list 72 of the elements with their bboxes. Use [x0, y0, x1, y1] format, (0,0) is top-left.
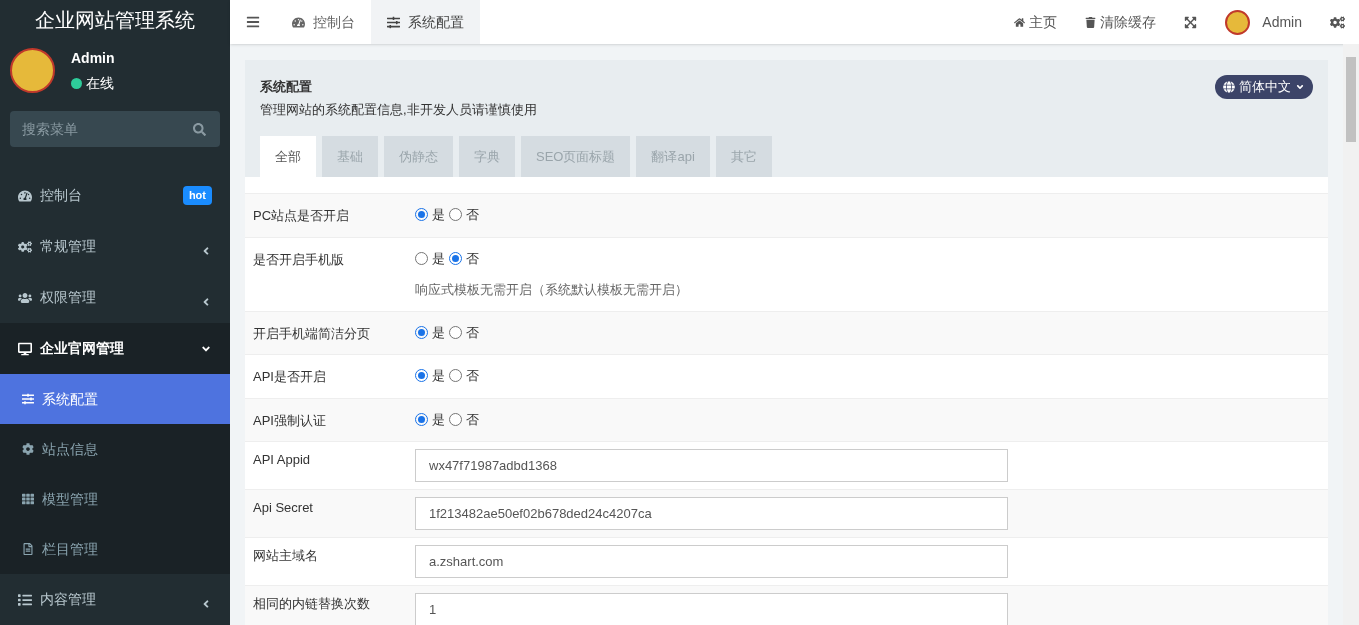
hot-badge: hot	[182, 186, 212, 205]
menu-item[interactable]: 权限管理	[0, 272, 230, 323]
radio-label: 否	[466, 410, 479, 429]
radio-label: 是	[432, 206, 445, 224]
submenu-item[interactable]: 栏目管理	[0, 524, 230, 574]
field-label: 是否开启手机版	[253, 250, 345, 269]
radio-button[interactable]	[449, 369, 462, 383]
sliders-icon	[387, 15, 400, 29]
radio-button[interactable]	[449, 208, 462, 222]
field-label: 相同的内链替换次数	[253, 595, 371, 613]
nav-tab[interactable]: 系统配置	[371, 0, 480, 44]
user-status: 在线	[86, 73, 114, 93]
radio-label: 否	[466, 367, 479, 385]
input-field[interactable]: wx47f71987adbd1368	[415, 449, 1008, 482]
field-label: PC站点是否开启	[253, 207, 351, 225]
field-label: 网站主域名	[253, 547, 319, 565]
field-hint: 响应式模板无需开启（系统默认模板无需开启）	[415, 281, 688, 299]
gauge-icon	[292, 15, 305, 29]
avatar	[10, 48, 55, 94]
gear-icon	[22, 443, 34, 455]
submenu-item[interactable]: 站点信息	[0, 424, 230, 474]
menu-icon	[246, 15, 260, 29]
panel-title: 系统配置	[260, 78, 313, 96]
home-icon	[1014, 16, 1026, 28]
submenu-item[interactable]: 模型管理	[0, 474, 230, 524]
input-field[interactable]: 1f213482ae50ef02b678ded24c4207ca	[415, 497, 1008, 530]
radio-label: 是	[432, 249, 445, 268]
menu-item[interactable]: 企业官网管理	[0, 323, 230, 374]
field-label: API强制认证	[253, 411, 327, 430]
settings-icon	[1330, 14, 1345, 30]
monitor-icon	[18, 341, 32, 356]
field-label: API Appid	[253, 451, 312, 469]
menu-item[interactable]: 内容管理	[0, 574, 230, 625]
radio-button[interactable]	[415, 251, 428, 265]
user-menu[interactable]: Admin	[1211, 0, 1316, 44]
search-icon	[193, 123, 206, 136]
panel-description: 管理网站的系统配置信息,非开发人员请谨慎使用	[260, 100, 537, 119]
users-icon	[18, 290, 32, 305]
list-icon	[18, 592, 32, 607]
nav-tab[interactable]: 控制台	[276, 0, 371, 44]
menu-item[interactable]: 常规管理	[0, 221, 230, 272]
radio-button[interactable]	[449, 412, 462, 426]
field-label: 开启手机端简洁分页	[253, 324, 371, 343]
input-field[interactable]: a.zshart.com	[415, 545, 1008, 578]
globe-icon	[1223, 80, 1235, 93]
radio-label: 是	[432, 323, 445, 342]
menu-item[interactable]: 控制台 hot	[0, 170, 230, 221]
config-tab[interactable]: 全部	[260, 136, 316, 177]
radio-label: 是	[432, 410, 445, 429]
language-dropdown[interactable]: 简体中文	[1215, 75, 1313, 99]
submenu-item[interactable]: 系统配置	[0, 374, 230, 424]
app-title: 企业网站管理系统	[35, 8, 195, 34]
top-link[interactable]: 清除缓存	[1071, 0, 1171, 44]
grid-icon	[22, 493, 34, 505]
radio-label: 否	[466, 206, 479, 224]
field-label: Api Secret	[253, 499, 314, 517]
field-label: API是否开启	[253, 368, 327, 386]
user-name: Admin	[71, 48, 115, 68]
expand-icon	[1184, 15, 1198, 29]
search-field[interactable]: 搜索菜单	[10, 111, 220, 147]
radio-button[interactable]	[449, 325, 462, 339]
input-field[interactable]: 1	[415, 593, 1008, 625]
trash-icon	[1085, 16, 1097, 28]
document-icon	[22, 543, 34, 555]
sliders-icon	[22, 393, 34, 405]
gauge-icon	[18, 188, 32, 203]
top-link[interactable]: 主页	[1000, 0, 1072, 44]
avatar	[1225, 9, 1251, 35]
gears-icon	[18, 239, 32, 254]
radio-label: 否	[466, 323, 479, 342]
radio-label: 否	[466, 249, 479, 268]
radio-label: 是	[432, 367, 445, 385]
